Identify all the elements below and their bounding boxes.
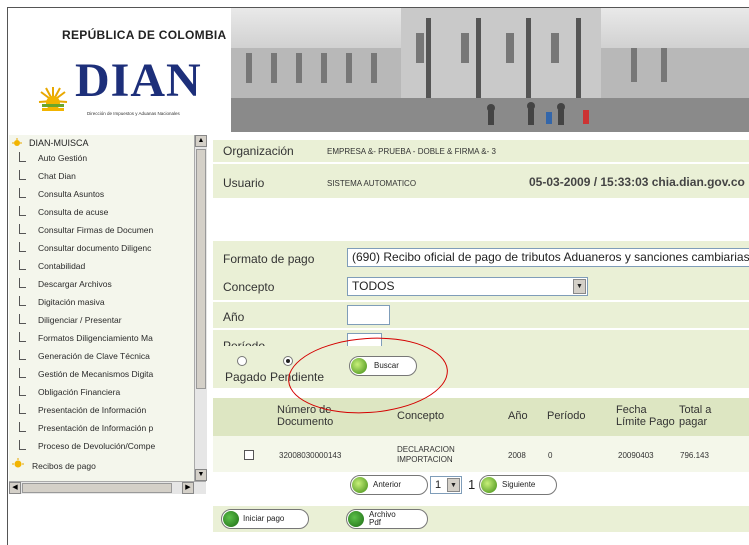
concepto-select[interactable]: TODOS ▼ <box>347 277 588 296</box>
org-label: Organización <box>223 144 294 158</box>
dian-sun-icon <box>38 87 68 111</box>
radio-pagado-label: Pagado <box>225 370 267 384</box>
nav-item-chat-dian[interactable]: Chat Dian <box>19 170 76 184</box>
nav-item-digitacion-masiva[interactable]: Digitación masiva <box>19 296 105 310</box>
scroll-down-arrow-icon[interactable]: ▼ <box>195 469 207 481</box>
nav-horizontal-scrollbar[interactable]: ◀ ▶ <box>9 481 206 494</box>
dian-sun-small-icon <box>12 458 24 468</box>
vertical-scroll-thumb[interactable] <box>196 149 206 389</box>
header-photo <box>231 8 749 132</box>
chevron-down-icon[interactable]: ▼ <box>573 279 586 294</box>
user-label: Usuario <box>223 176 265 190</box>
nav-tree: DIAN-MUISCA Auto Gestión Chat Dian Consu… <box>9 135 195 481</box>
nav-item-recibos-de-pago[interactable]: Recibos de pago <box>9 458 96 472</box>
horizontal-scroll-thumb[interactable] <box>22 483 172 493</box>
radio-pendiente[interactable] <box>283 356 293 366</box>
col-fecha-header: Fecha Límite Pago <box>616 404 675 428</box>
nav-item-auto-gestion[interactable]: Auto Gestión <box>19 152 87 166</box>
actions-row: Iniciar pago Archivo Pdf <box>213 506 749 532</box>
scroll-right-arrow-icon[interactable]: ▶ <box>182 482 194 494</box>
scroll-left-arrow-icon[interactable]: ◀ <box>9 482 21 494</box>
col-periodo-header: Período <box>547 410 586 422</box>
table-row[interactable]: 32008030000143 DECLARACION IMPORTACION 2… <box>213 436 749 472</box>
nav-item-descargar-archivos[interactable]: Descargar Archivos <box>19 278 112 292</box>
anio-input[interactable] <box>347 305 390 325</box>
dollar-icon <box>223 511 239 527</box>
dian-subtitle: Dirección de Impuestos y Aduanas Naciona… <box>87 111 180 116</box>
nav-item-consultar-documento[interactable]: Consultar documento Diligenc <box>19 242 151 256</box>
col-concepto-header: Concepto <box>397 410 445 422</box>
concepto-label: Concepto <box>223 280 275 294</box>
nav-item-consulta-asuntos[interactable]: Consulta Asuntos <box>19 188 104 202</box>
arrow-right-icon <box>481 477 497 493</box>
pdf-icon <box>348 511 364 527</box>
cell-numero: 32008030000143 <box>279 451 342 460</box>
dian-sun-small-icon <box>12 138 22 146</box>
radio-pagado[interactable] <box>237 356 247 366</box>
browser-frame: REPÚBLICA DE COLOMBIA DIAN Dirección de … <box>7 7 749 545</box>
row-checkbox[interactable] <box>244 450 254 460</box>
country-title: REPÚBLICA DE COLOMBIA <box>62 28 227 42</box>
anio-row: Año <box>213 302 749 328</box>
nav-item-proceso-devolucion[interactable]: Proceso de Devolución/Compe <box>19 440 155 454</box>
nav-item-consulta-acuse[interactable]: Consulta de acuse <box>19 206 108 220</box>
formato-row: Formato de pago (690) Recibo oficial de … <box>213 241 749 273</box>
nav-item-gestion-mecanismos[interactable]: Gestión de Mecanismos Digita <box>19 368 153 382</box>
archivo-pdf-button[interactable]: Archivo Pdf <box>346 509 428 529</box>
date-time-host: 05-03-2009 / 15:33:03 chia.dian.gov.co <box>529 175 745 189</box>
main-content: Organización EMPRESA &- PRUEBA - DOBLE &… <box>213 132 749 545</box>
col-anio-header: Año <box>508 410 528 422</box>
organization-row: Organización EMPRESA &- PRUEBA - DOBLE &… <box>213 140 749 162</box>
iniciar-pago-button[interactable]: Iniciar pago <box>221 509 309 529</box>
page-total: 1 <box>468 477 476 492</box>
concepto-row: Concepto TODOS ▼ <box>213 273 749 300</box>
cell-concepto: DECLARACION IMPORTACION <box>397 445 455 464</box>
left-navigation: DIAN-MUISCA Auto Gestión Chat Dian Consu… <box>8 132 208 545</box>
nav-item-presentacion-informacion-p[interactable]: Presentación de Información p <box>19 422 153 436</box>
scroll-up-arrow-icon[interactable]: ▲ <box>195 135 207 147</box>
anterior-button[interactable]: Anterior <box>350 475 428 495</box>
cell-anio: 2008 <box>508 451 526 460</box>
nav-item-generacion-clave[interactable]: Generación de Clave Técnica <box>19 350 150 364</box>
col-total-header: Total a pagar <box>679 404 712 428</box>
pagination-row: Anterior 1 ▼ 1 Siguiente <box>213 472 749 498</box>
user-row: Usuario SISTEMA AUTOMATICO 05-03-2009 / … <box>213 164 749 198</box>
nav-item-consultar-firmas[interactable]: Consultar Firmas de Documen <box>19 224 153 238</box>
user-value: SISTEMA AUTOMATICO <box>327 179 417 188</box>
nav-item-formatos-diligenciamiento[interactable]: Formatos Diligenciamiento Ma <box>19 332 153 346</box>
siguiente-button[interactable]: Siguiente <box>479 475 557 495</box>
cell-total: 796.143 <box>680 451 709 460</box>
nav-item-presentacion-informacion[interactable]: Presentación de Información <box>19 404 146 418</box>
nav-vertical-scrollbar[interactable]: ▲ ▼ <box>194 135 207 481</box>
building-photo-image <box>231 8 749 132</box>
nav-item-obligacion-financiera[interactable]: Obligación Financiera <box>19 386 120 400</box>
nav-item-diligenciar-presentar[interactable]: Diligenciar / Presentar <box>19 314 122 328</box>
dian-logo: DIAN <box>75 54 202 107</box>
nav-item-contabilidad[interactable]: Contabilidad <box>19 260 85 274</box>
page-select[interactable]: 1 ▼ <box>430 476 462 494</box>
cell-periodo: 0 <box>548 451 553 460</box>
header-banner: REPÚBLICA DE COLOMBIA DIAN Dirección de … <box>8 8 749 132</box>
anio-label: Año <box>223 310 245 324</box>
results-header-row: Número de Documento Concepto Año Período… <box>213 398 749 436</box>
formato-label: Formato de pago <box>223 252 315 266</box>
cell-fecha: 20090403 <box>618 451 654 460</box>
arrow-left-icon <box>352 477 368 493</box>
chevron-down-icon[interactable]: ▼ <box>447 478 460 492</box>
formato-select[interactable]: (690) Recibo oficial de pago de tributos… <box>347 248 749 267</box>
org-value: EMPRESA &- PRUEBA - DOBLE & FIRMA &- 3 <box>327 147 496 156</box>
